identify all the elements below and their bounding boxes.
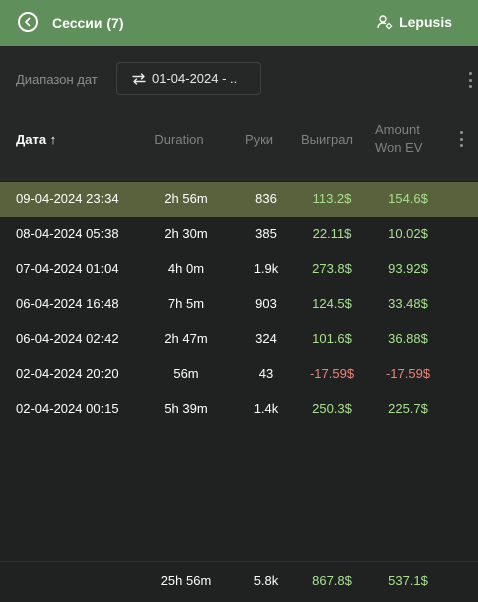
cell-hands: 903	[255, 296, 277, 311]
cell-date: 02-04-2024 20:20	[16, 366, 119, 381]
cell-duration: 2h 47m	[164, 331, 208, 346]
cell-won-ev: 154.6$	[388, 191, 428, 206]
cell-duration: 7h 5m	[167, 296, 205, 311]
cell-won: 273.8$	[312, 261, 352, 276]
cell-won-ev: 93.92$	[388, 261, 428, 276]
table-row[interactable]: 07-04-2024 01:04 4h 0m 1.9k 273.8$ 93.92…	[0, 252, 478, 287]
date-range-button[interactable]: 01-04-2024 - ..	[116, 62, 261, 95]
cell-won-ev: 225.7$	[388, 401, 428, 416]
column-header-amount-won-ev-line2: Won EV	[375, 140, 423, 155]
table-row[interactable]: 02-04-2024 20:20 56m 43 -17.59$ -17.59$	[0, 357, 478, 392]
column-header-date-label: Дата	[16, 132, 47, 147]
column-header-amount-won-ev-line1: Amount	[375, 122, 420, 137]
sessions-table-body: 09-04-2024 23:34 2h 56m 836 113.2$ 154.6…	[0, 182, 478, 427]
cell-won: 22.11$	[312, 226, 352, 241]
table-row[interactable]: 08-04-2024 05:38 2h 30m 385 22.11$ 10.02…	[0, 217, 478, 252]
cell-duration: 2h 30m	[164, 226, 208, 241]
filter-bar: Диапазон дат 01-04-2024 - ..	[0, 46, 478, 116]
filter-more-menu-icon[interactable]	[465, 72, 475, 88]
cell-date: 06-04-2024 02:42	[16, 331, 119, 346]
user-settings-icon	[377, 15, 393, 30]
table-row[interactable]: 02-04-2024 00:15 5h 39m 1.4k 250.3$ 225.…	[0, 392, 478, 427]
cell-hands: 836	[255, 191, 277, 206]
cell-hands: 324	[255, 331, 277, 346]
cell-date: 02-04-2024 00:15	[16, 401, 119, 416]
table-columns-menu-icon[interactable]	[456, 131, 466, 147]
swap-arrows-icon	[132, 72, 146, 85]
cell-date: 07-04-2024 01:04	[16, 261, 119, 276]
cell-duration: 4h 0m	[167, 261, 205, 276]
cell-duration: 56m	[173, 366, 199, 381]
back-arrow-icon	[25, 17, 31, 27]
cell-date: 06-04-2024 16:48	[16, 296, 119, 311]
total-won: 867.8$	[312, 573, 352, 588]
cell-won-ev: 33.48$	[388, 296, 428, 311]
table-row[interactable]: 06-04-2024 02:42 2h 47m 324 101.6$ 36.88…	[0, 322, 478, 357]
cell-duration: 5h 39m	[164, 401, 208, 416]
table-totals-footer: 25h 56m 5.8k 867.8$ 537.1$	[0, 561, 478, 602]
column-header-won[interactable]: Выиграл	[296, 131, 358, 149]
total-won-ev: 537.1$	[388, 573, 428, 588]
table-row[interactable]: 09-04-2024 23:34 2h 56m 836 113.2$ 154.6…	[0, 182, 478, 217]
cell-duration: 2h 56m	[164, 191, 208, 206]
cell-date: 09-04-2024 23:34	[16, 191, 119, 206]
cell-won: 124.5$	[312, 296, 352, 311]
total-hands: 5.8k	[253, 573, 279, 588]
table-row[interactable]: 06-04-2024 16:48 7h 5m 903 124.5$ 33.48$	[0, 287, 478, 322]
cell-won: -17.59$	[309, 366, 355, 381]
column-header-duration[interactable]: Duration	[148, 131, 210, 149]
cell-won: 101.6$	[312, 331, 352, 346]
sort-ascending-icon: ↑	[49, 132, 57, 147]
back-button[interactable]	[18, 12, 38, 32]
cell-hands: 1.4k	[253, 401, 279, 416]
cell-date: 08-04-2024 05:38	[16, 226, 119, 241]
column-header-amount-won-ev[interactable]: Amount Won EV	[375, 121, 422, 157]
user-name: Lepusis	[399, 14, 452, 30]
column-header-date[interactable]: Дата ↑	[16, 131, 56, 149]
total-duration: 25h 56m	[160, 573, 212, 588]
column-header-hands[interactable]: Руки	[236, 131, 282, 149]
date-range-label: Диапазон дат	[16, 72, 98, 87]
cell-hands: 43	[258, 366, 274, 381]
date-range-value: 01-04-2024 - ..	[152, 71, 238, 86]
top-app-bar: Сессии (7) Lepusis	[0, 0, 478, 46]
cell-won-ev: 36.88$	[388, 331, 428, 346]
page-title: Сессии (7)	[52, 15, 124, 31]
table-header: Дата ↑ Duration Руки Выиграл Amount Won …	[0, 116, 478, 180]
cell-won: 250.3$	[312, 401, 352, 416]
cell-won-ev: 10.02$	[388, 226, 428, 241]
cell-hands: 1.9k	[253, 261, 279, 276]
cell-hands: 385	[255, 226, 277, 241]
user-menu-button[interactable]: Lepusis	[377, 14, 452, 30]
cell-won: 113.2$	[312, 191, 352, 206]
cell-won-ev: -17.59$	[385, 366, 431, 381]
